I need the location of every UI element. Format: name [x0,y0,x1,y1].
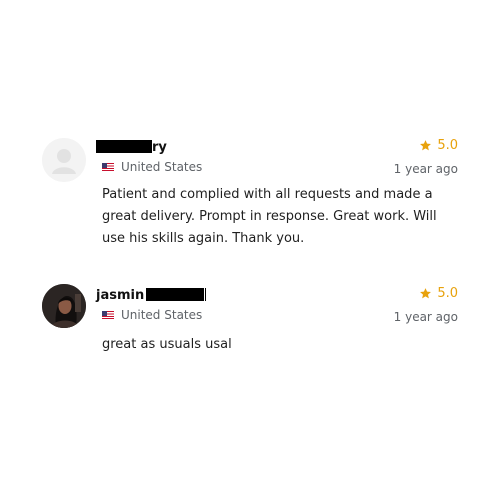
redaction-bar [146,288,205,301]
reviewer-name[interactable]: jasmin [96,288,207,303]
us-flag-icon [102,163,114,171]
review-text: Patient and complied with all requests a… [102,187,437,246]
review-time: 1 year ago [393,162,458,176]
rating-value: 5.0 [437,286,458,301]
reviewer-name-text: jasmin [96,288,145,303]
review-text: great as usuals usal [102,337,232,352]
user-avatar-photo[interactable] [42,284,86,328]
reviewer-location: United States [102,308,202,322]
review-time: 1 year ago [393,310,458,324]
rating: 5.0 [419,138,458,153]
rating-value: 5.0 [437,138,458,153]
us-flag-icon [102,311,114,319]
location-text: United States [121,160,203,174]
reviewer-name[interactable]: ry [96,140,167,155]
redaction-tail [205,288,207,301]
rating: 5.0 [419,286,458,301]
star-icon [420,140,432,151]
reviewer-name-text: ry [152,140,167,155]
reviewer-location: United States [102,160,202,174]
user-placeholder-icon[interactable] [42,138,86,182]
star-icon [420,288,432,299]
redaction-bar [96,140,152,153]
location-text: United States [121,308,203,322]
